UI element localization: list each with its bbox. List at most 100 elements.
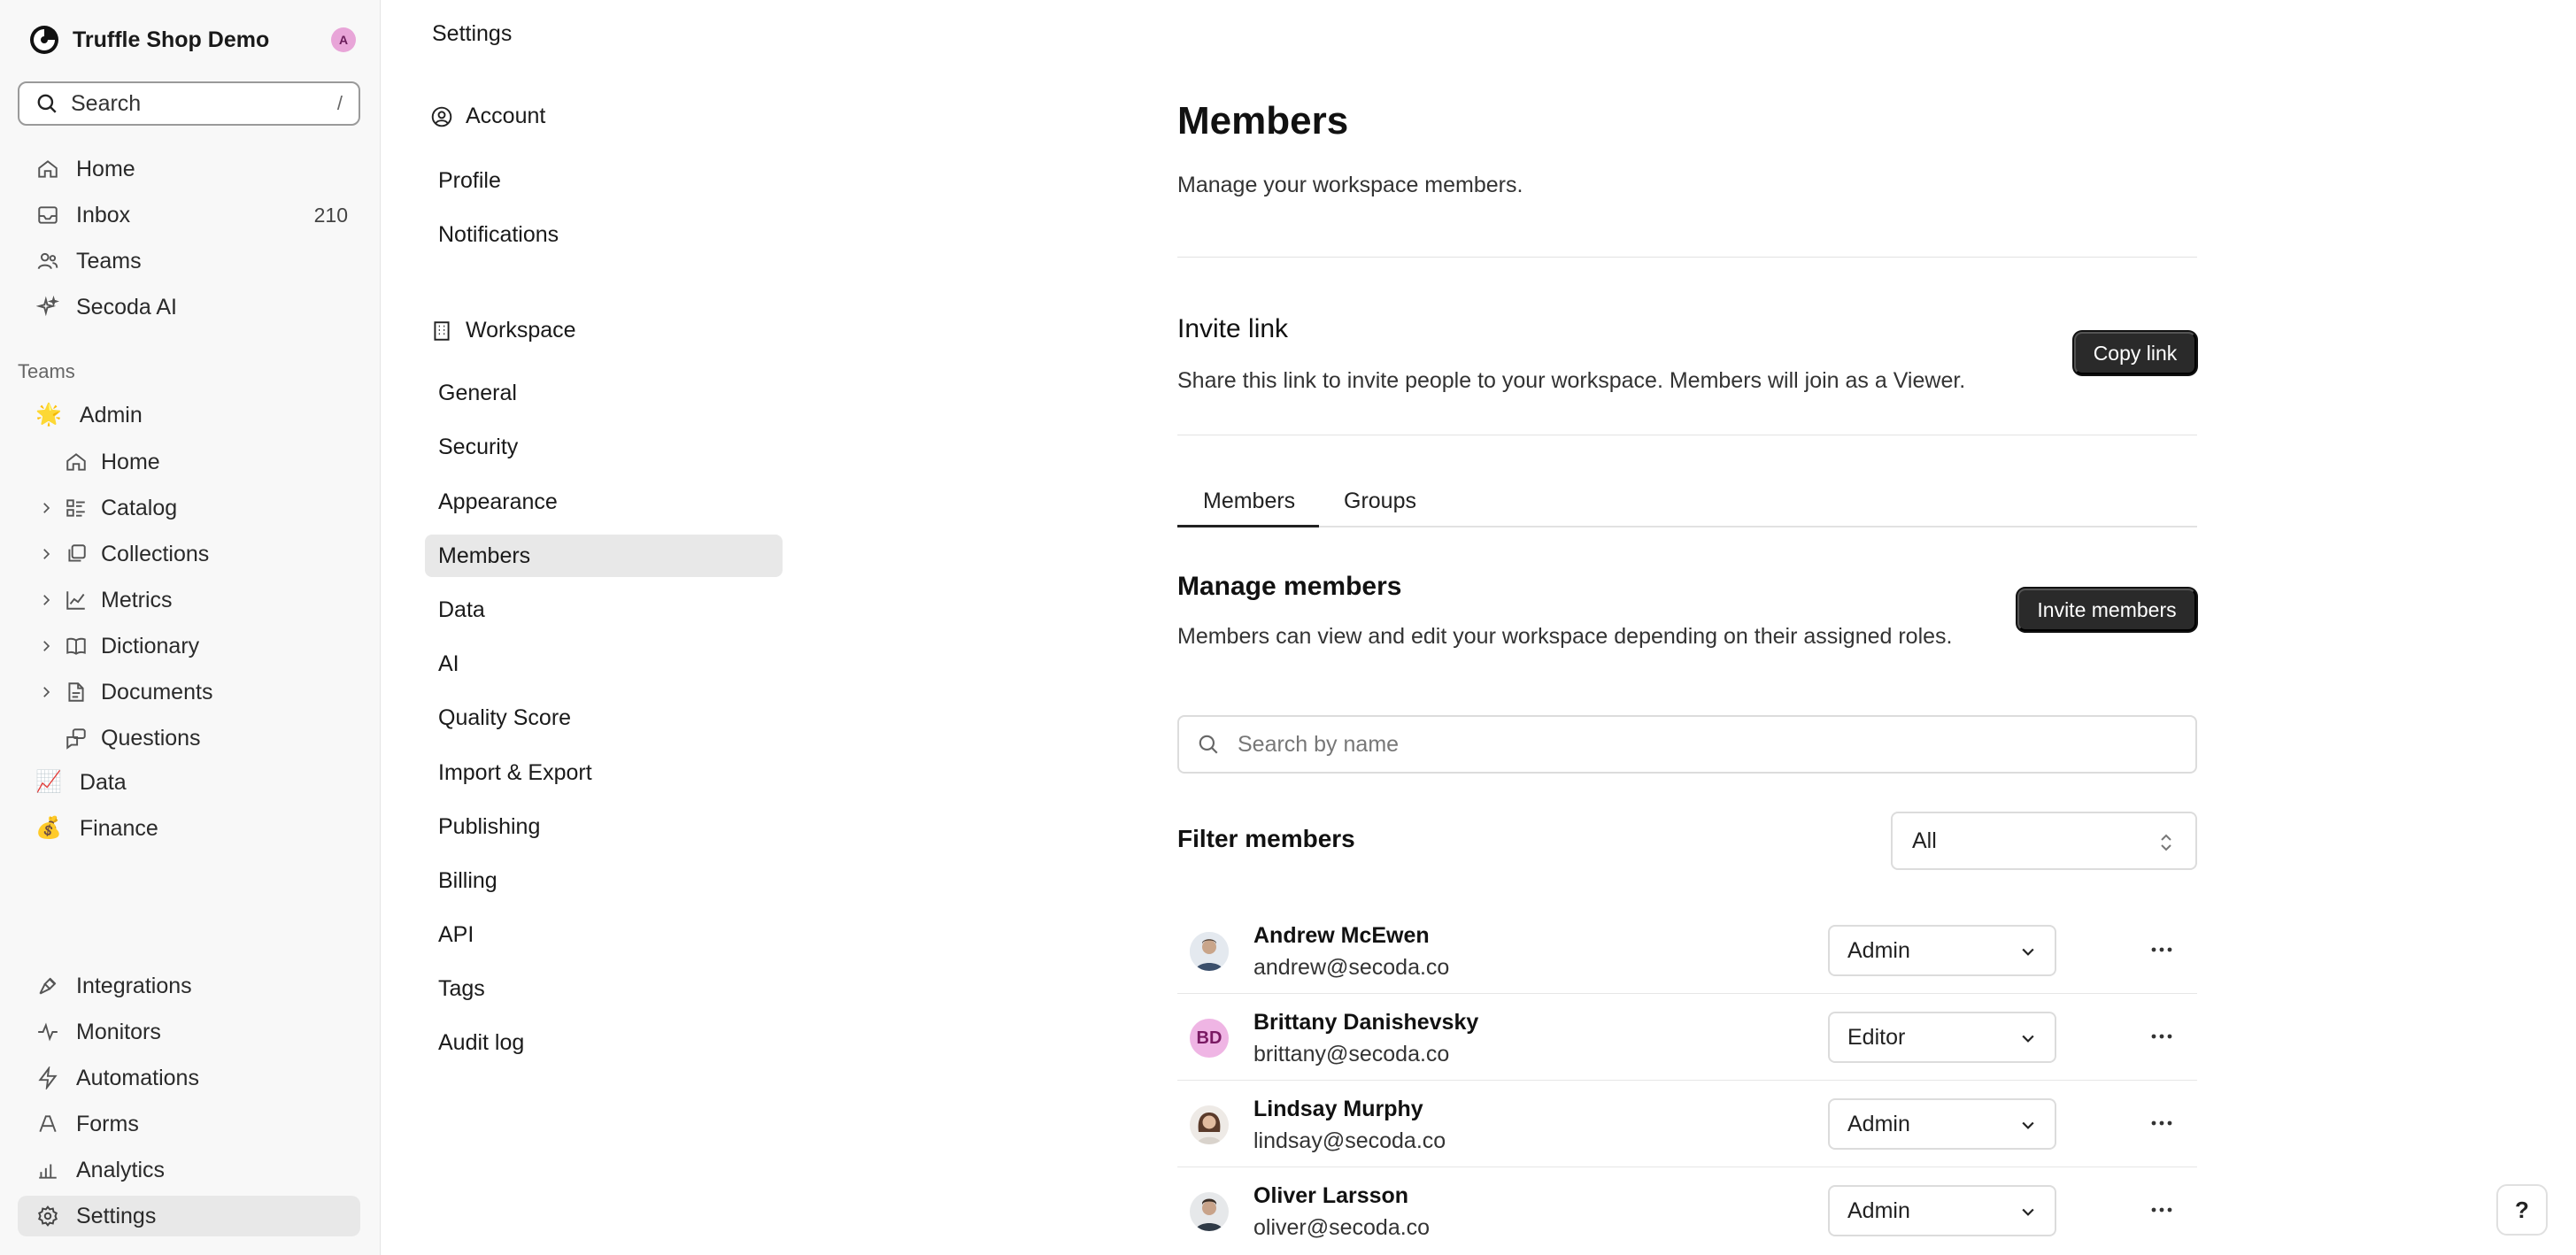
settings-link-data[interactable]: Data [425, 589, 783, 631]
tree-label: Metrics [101, 587, 173, 612]
more-options-button[interactable] [2146, 1113, 2178, 1134]
settings-link-appearance[interactable]: Appearance [425, 481, 783, 523]
nav-item-inbox[interactable]: Inbox 210 [18, 195, 360, 235]
role-select[interactable]: Editor [1828, 1012, 2056, 1063]
settings-link-profile[interactable]: Profile [425, 159, 783, 202]
chevron-right-icon[interactable] [35, 589, 57, 611]
role-select[interactable]: Admin [1828, 925, 2056, 976]
nav-label: Home [76, 156, 135, 181]
member-name: Oliver Larsson [1253, 1183, 1409, 1208]
tab-members[interactable]: Members [1203, 489, 1295, 514]
admin-collections[interactable]: Collections [35, 534, 209, 574]
active-tab-indicator [1177, 525, 1319, 527]
role-select[interactable]: Admin [1828, 1098, 2056, 1150]
settings-link-general[interactable]: General [425, 372, 783, 414]
member-search-input[interactable]: Search by name [1177, 715, 2197, 774]
settings-link-ai[interactable]: AI [425, 643, 783, 685]
chevron-right-icon[interactable] [35, 543, 57, 565]
team-admin[interactable]: 🌟 Admin [35, 395, 143, 435]
nav-item-home[interactable]: Home [18, 149, 360, 189]
nav-item-forms[interactable]: Forms [18, 1104, 360, 1144]
admin-metrics[interactable]: Metrics [35, 580, 173, 620]
admin-catalog[interactable]: Catalog [35, 488, 177, 528]
nav-item-analytics[interactable]: Analytics [18, 1150, 360, 1190]
tree-label: Questions [101, 725, 201, 751]
nav-item-automations[interactable]: Automations [18, 1058, 360, 1098]
help-button[interactable]: ? [2496, 1184, 2548, 1236]
home-icon [35, 157, 60, 181]
admin-questions[interactable]: Questions [64, 718, 201, 758]
chevron-right-icon[interactable] [35, 681, 57, 703]
settings-link-tags[interactable]: Tags [425, 967, 783, 1010]
settings-link-members[interactable]: Members [425, 535, 783, 577]
team-data[interactable]: 📈 Data [35, 762, 127, 803]
nav-item-settings[interactable]: Settings [18, 1196, 360, 1236]
search-placeholder: Search by name [1238, 731, 1400, 757]
nav-label: Forms [76, 1111, 139, 1136]
member-email: andrew@secoda.co [1253, 955, 1450, 980]
settings-link-import-export[interactable]: Import & Export [425, 751, 783, 794]
chevron-down-icon [2022, 1121, 2034, 1129]
settings-link-publishing[interactable]: Publishing [425, 805, 783, 848]
avatar [1190, 1105, 1229, 1144]
user-avatar[interactable]: A [331, 27, 356, 52]
sidebar: Truffle Shop Demo A Search / Home Inbox … [0, 0, 381, 1255]
admin-documents[interactable]: Documents [35, 672, 212, 712]
manage-members-heading: Manage members [1177, 572, 1402, 601]
sort-caret-icon [2161, 834, 2171, 851]
role-select[interactable]: Admin [1828, 1185, 2056, 1236]
questions-icon [64, 726, 89, 751]
settings-link-security[interactable]: Security [425, 426, 783, 468]
more-options-button[interactable] [2146, 939, 2178, 960]
home-icon [64, 450, 89, 474]
settings-link-audit-log[interactable]: Audit log [425, 1021, 783, 1064]
workspace-switcher[interactable]: Truffle Shop Demo A [28, 21, 356, 58]
team-label: Admin [79, 402, 143, 427]
admin-dictionary[interactable]: Dictionary [35, 626, 199, 666]
nav-label: Inbox [76, 202, 131, 227]
more-options-button[interactable] [2146, 1199, 2178, 1220]
settings-link-api[interactable]: API [425, 913, 783, 956]
settings-link-quality-score[interactable]: Quality Score [425, 697, 783, 739]
team-finance[interactable]: 💰 Finance [35, 808, 158, 849]
member-row: Lindsay Murphy lindsay@secoda.co Admin [1177, 1081, 2197, 1167]
tab-groups[interactable]: Groups [1344, 489, 1416, 514]
member-row: BD Brittany Danishevsky brittany@secoda.… [1177, 994, 2197, 1081]
collections-icon [64, 542, 89, 566]
more-horizontal-icon [2151, 1207, 2172, 1213]
nav-item-teams[interactable]: Teams [18, 241, 360, 281]
nav-item-monitors[interactable]: Monitors [18, 1012, 360, 1052]
workspace-group-label: Workspace [466, 318, 576, 343]
settings-title: Settings [432, 21, 513, 46]
tree-label: Collections [101, 541, 210, 566]
filter-select[interactable]: All [1891, 812, 2197, 870]
filter-members-label: Filter members [1177, 825, 1355, 852]
settings-link-billing[interactable]: Billing [425, 859, 783, 902]
chevron-right-icon[interactable] [35, 635, 57, 657]
invite-members-button[interactable]: Invite members [2017, 589, 2196, 631]
admin-home[interactable]: Home [64, 442, 160, 482]
pulse-icon [35, 1020, 60, 1044]
role-value: Admin [1847, 1197, 1910, 1223]
workspace-group-header: Workspace [430, 318, 576, 343]
users-icon [35, 249, 60, 273]
page-title: Members [1177, 99, 1349, 142]
nav-item-secoda-ai[interactable]: Secoda AI [18, 287, 360, 327]
member-email: lindsay@secoda.co [1253, 1128, 1446, 1153]
sidebar-search[interactable]: Search / [18, 81, 360, 126]
chevron-right-icon[interactable] [35, 497, 57, 519]
tree-label: Documents [101, 679, 213, 704]
avatar: BD [1190, 1019, 1229, 1058]
copy-link-button[interactable]: Copy link [2074, 332, 2196, 374]
teams-section-label: Teams [18, 360, 75, 382]
metrics-icon [64, 588, 89, 612]
divider [1177, 257, 2197, 258]
nav-item-integrations[interactable]: Integrations [18, 966, 360, 1006]
settings-link-notifications[interactable]: Notifications [425, 213, 783, 256]
search-label: Search [71, 90, 142, 116]
team-emoji: 💰 [35, 816, 62, 840]
role-value: Editor [1847, 1024, 1906, 1050]
more-options-button[interactable] [2146, 1026, 2178, 1047]
search-icon [1199, 735, 1218, 754]
invite-link-heading: Invite link [1177, 314, 1289, 343]
